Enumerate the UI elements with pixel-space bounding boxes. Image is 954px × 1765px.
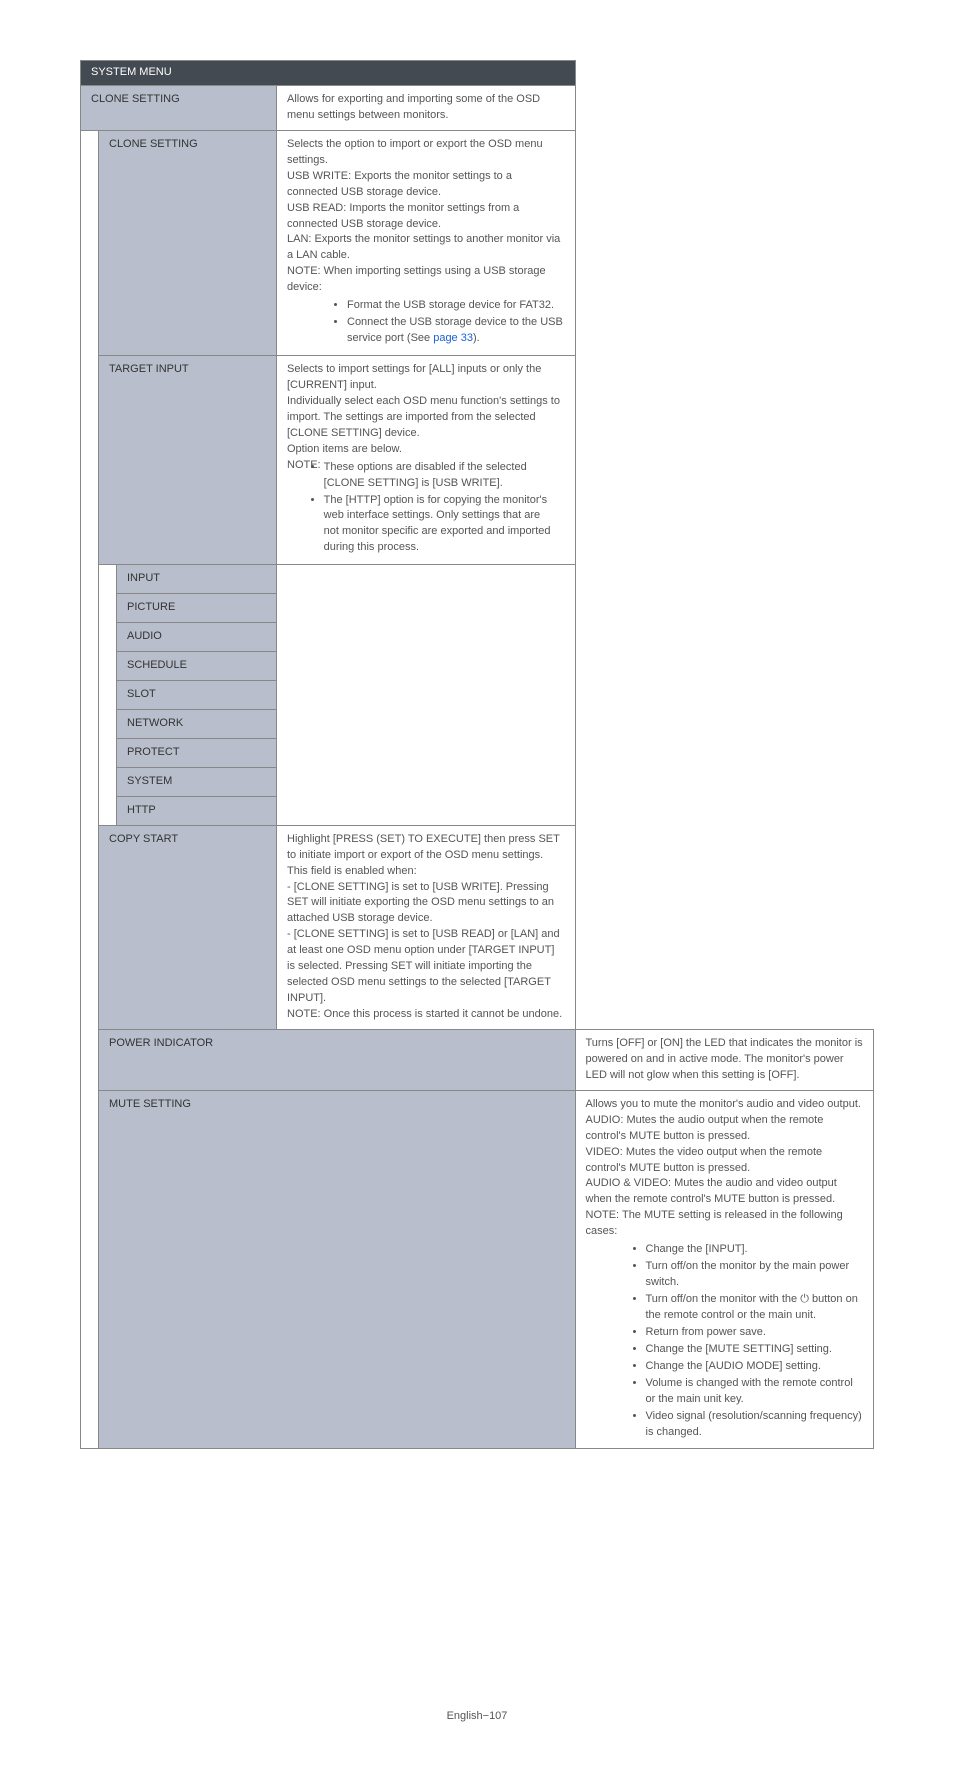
target-input-row: TARGET INPUT Selects to import settings … — [81, 356, 874, 565]
text-line: NOTE: Once this process is started it ca… — [287, 1007, 565, 1023]
list-item: Turn off/on the monitor with the ⏻ butto… — [646, 1292, 864, 1324]
power-indicator-row: POWER INDICATOR Turns [OFF] or [ON] the … — [81, 1029, 874, 1090]
option-audio-label: AUDIO — [117, 623, 277, 652]
clone-setting-desc: Allows for exporting and importing some … — [277, 85, 576, 130]
list-item: Change the [INPUT]. — [646, 1242, 864, 1258]
page-number: English−107 — [80, 1709, 874, 1725]
text-line: NOTE: When importing settings using a US… — [287, 264, 565, 296]
osd-menu-table: SYSTEM MENU CLONE SETTING Allows for exp… — [80, 60, 874, 1449]
note-line: NOTE: These options are disabled if the … — [287, 458, 565, 559]
option-system-label: SYSTEM — [117, 767, 277, 796]
text-line: LAN: Exports the monitor settings to ano… — [287, 232, 565, 264]
text-line: Highlight [PRESS (SET) TO EXECUTE] then … — [287, 832, 565, 864]
text-line: - [CLONE SETTING] is set to [USB WRITE].… — [287, 880, 565, 928]
options-desc-empty — [277, 565, 576, 825]
list-item: These options are disabled if the select… — [324, 460, 552, 492]
option-http-label: HTTP — [117, 796, 277, 825]
text: ). — [473, 332, 480, 344]
text-line: AUDIO & VIDEO: Mutes the audio and video… — [586, 1176, 864, 1208]
option-input-row: INPUT — [81, 565, 874, 594]
clone-setting-sub-desc: Selects the option to import or export t… — [277, 130, 576, 355]
mute-setting-desc: Allows you to mute the monitor's audio a… — [575, 1090, 874, 1449]
text-line: Option items are below. — [287, 442, 565, 458]
target-input-label: TARGET INPUT — [99, 356, 277, 565]
text-line: NOTE: The MUTE setting is released in th… — [586, 1208, 864, 1240]
option-protect-label: PROTECT — [117, 738, 277, 767]
system-menu-label: SYSTEM MENU — [81, 61, 576, 86]
copy-start-desc: Highlight [PRESS (SET) TO EXECUTE] then … — [277, 825, 576, 1029]
target-input-desc: Selects to import settings for [ALL] inp… — [277, 356, 576, 565]
text-line: - [CLONE SETTING] is set to [USB READ] o… — [287, 927, 565, 1007]
list-item: Video signal (resolution/scanning freque… — [646, 1409, 864, 1441]
text-line: USB WRITE: Exports the monitor settings … — [287, 169, 565, 201]
list-item: Return from power save. — [646, 1325, 864, 1341]
list-item: Volume is changed with the remote contro… — [646, 1376, 864, 1408]
mute-setting-label: MUTE SETTING — [99, 1090, 576, 1449]
list-item: The [HTTP] option is for copying the mon… — [324, 493, 552, 557]
text-line: Allows you to mute the monitor's audio a… — [586, 1097, 864, 1113]
text-line: VIDEO: Mutes the video output when the r… — [586, 1145, 864, 1177]
clone-setting-sub-label: CLONE SETTING — [99, 130, 277, 355]
text-line: USB READ: Imports the monitor settings f… — [287, 201, 565, 233]
option-network-label: NETWORK — [117, 709, 277, 738]
option-input-label: INPUT — [117, 565, 277, 594]
list-item: Turn off/on the monitor by the main powe… — [646, 1259, 864, 1291]
indent-level-1 — [81, 130, 99, 1449]
text-line: AUDIO: Mutes the audio output when the r… — [586, 1113, 864, 1145]
list-item: Format the USB storage device for FAT32. — [347, 298, 565, 314]
option-schedule-label: SCHEDULE — [117, 652, 277, 681]
text-line: Selects to import settings for [ALL] inp… — [287, 362, 565, 394]
clone-setting-sub-row: CLONE SETTING Selects the option to impo… — [81, 130, 874, 355]
indent-level-2 — [99, 565, 117, 825]
mute-setting-row: MUTE SETTING Allows you to mute the moni… — [81, 1090, 874, 1449]
copy-start-row: COPY START Highlight [PRESS (SET) TO EXE… — [81, 825, 874, 1029]
option-picture-label: PICTURE — [117, 594, 277, 623]
list-item: Change the [AUDIO MODE] setting. — [646, 1359, 864, 1375]
list-item: Connect the USB storage device to the US… — [347, 315, 565, 347]
copy-start-label: COPY START — [99, 825, 277, 1029]
note-prefix: NOTE: — [287, 459, 324, 471]
power-indicator-label: POWER INDICATOR — [99, 1029, 576, 1090]
page-link[interactable]: page 33 — [433, 332, 473, 344]
text-line: Selects the option to import or export t… — [287, 137, 565, 169]
text-line: This field is enabled when: — [287, 864, 565, 880]
clone-setting-label: CLONE SETTING — [81, 85, 277, 130]
option-slot-label: SLOT — [117, 681, 277, 710]
power-indicator-desc: Turns [OFF] or [ON] the LED that indicat… — [575, 1029, 874, 1090]
clone-setting-row: CLONE SETTING Allows for exporting and i… — [81, 85, 874, 130]
text-line: Individually select each OSD menu functi… — [287, 394, 565, 442]
system-menu-header: SYSTEM MENU — [81, 61, 874, 86]
